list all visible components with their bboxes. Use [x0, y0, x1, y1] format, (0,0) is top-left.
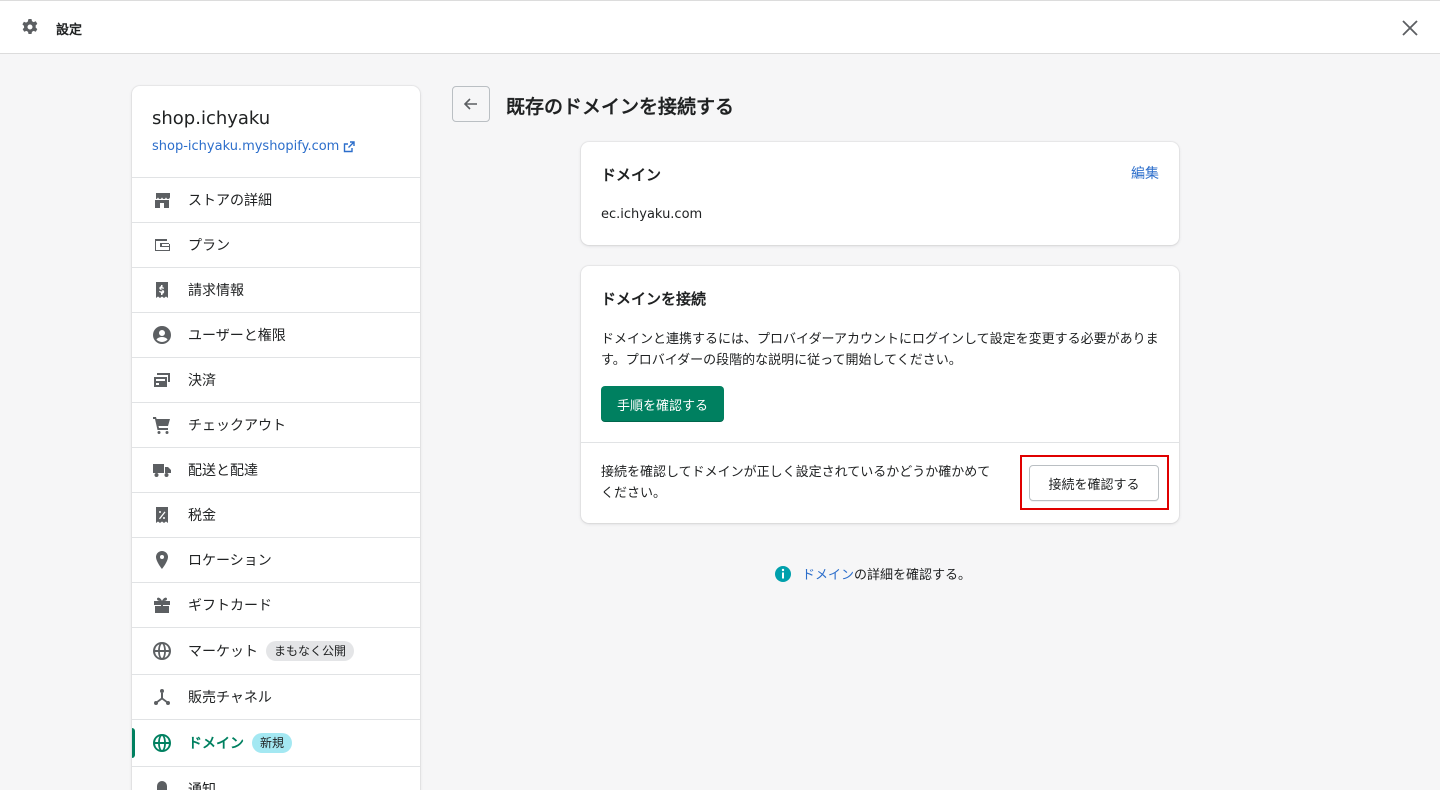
close-icon[interactable]	[1400, 18, 1420, 38]
domain-card-heading: ドメイン	[601, 166, 662, 184]
store-header: shop.ichyaku shop-ichyaku.myshopify.com	[132, 86, 420, 178]
learn-more-text: の詳細を確認する。	[854, 568, 972, 583]
cart-icon	[152, 415, 172, 435]
learn-more-note: ドメイン の詳細を確認する。	[774, 564, 971, 583]
sidebar-item-gift-cards[interactable]: ギフトカード	[132, 583, 420, 628]
page-title: 既存のドメインを接続する	[506, 96, 735, 118]
sidebar-item-store-details[interactable]: ストアの詳細	[132, 178, 420, 223]
sidebar-item-domains[interactable]: ドメイン 新規	[132, 720, 420, 767]
domain-card: ドメイン 編集 ec.ichyaku.com	[581, 142, 1179, 245]
sidebar-item-label: ロケーション	[188, 553, 272, 569]
back-button[interactable]	[452, 86, 490, 122]
settings-sidebar: shop.ichyaku shop-ichyaku.myshopify.com …	[132, 86, 420, 790]
sidebar-item-label: マーケット	[188, 644, 258, 660]
domain-globe-icon	[152, 733, 172, 753]
globe-icon	[152, 641, 172, 661]
sidebar-item-shipping[interactable]: 配送と配達	[132, 448, 420, 493]
sidebar-item-label: 通知	[188, 782, 216, 790]
status-badge-coming-soon: まもなく公開	[266, 641, 355, 661]
sidebar-item-taxes[interactable]: 税金	[132, 493, 420, 538]
sidebar-item-label: 決済	[188, 373, 216, 389]
domain-help-link[interactable]: ドメイン	[802, 564, 854, 583]
page-title-settings: 設定	[56, 23, 83, 38]
channels-icon	[152, 687, 172, 707]
gift-icon	[152, 595, 172, 615]
top-bar: 設定	[0, 0, 1440, 54]
sidebar-item-plan[interactable]: プラン	[132, 223, 420, 268]
truck-icon	[152, 460, 172, 480]
sidebar-item-label: 請求情報	[188, 283, 244, 299]
sidebar-item-markets[interactable]: マーケット まもなく公開	[132, 628, 420, 675]
sidebar-item-locations[interactable]: ロケーション	[132, 538, 420, 583]
verify-connection-button[interactable]: 接続を確認する	[1029, 465, 1159, 501]
sidebar-item-sales-channels[interactable]: 販売チャネル	[132, 675, 420, 720]
sidebar-item-label: 販売チャネル	[188, 690, 272, 706]
store-url: shop-ichyaku.myshopify.com	[152, 139, 340, 154]
bell-icon	[152, 779, 172, 790]
connect-domain-card: ドメインを接続 ドメインと連携するには、プロバイダーアカウントにログインして設定…	[581, 266, 1179, 523]
sidebar-item-label: ドメイン	[188, 736, 244, 752]
status-badge-new: 新規	[252, 733, 293, 753]
view-instructions-button[interactable]: 手順を確認する	[601, 386, 725, 422]
connect-card-heading: ドメインを接続	[601, 290, 707, 308]
gear-icon	[22, 19, 38, 34]
receipt-icon	[152, 280, 172, 300]
arrow-left-icon	[463, 98, 477, 110]
sidebar-item-payments[interactable]: 決済	[132, 358, 420, 403]
sidebar-item-label: ユーザーと権限	[188, 328, 286, 344]
sidebar-item-label: ギフトカード	[188, 598, 272, 614]
payments-icon	[152, 370, 172, 390]
store-url-link[interactable]: shop-ichyaku.myshopify.com	[152, 139, 400, 154]
divider	[581, 442, 1179, 443]
connect-description: ドメインと連携するには、プロバイダーアカウントにログインして設定を変更する必要が…	[601, 332, 1159, 368]
user-icon	[152, 325, 172, 345]
sidebar-item-label: 税金	[188, 508, 216, 524]
sidebar-item-billing[interactable]: 請求情報	[132, 268, 420, 313]
sidebar-item-label: プラン	[188, 238, 230, 254]
store-name: shop.ichyaku	[152, 108, 271, 129]
info-icon	[775, 565, 791, 582]
wallet-icon	[152, 235, 172, 255]
tax-icon	[152, 505, 172, 525]
sidebar-item-label: ストアの詳細	[188, 193, 272, 209]
location-pin-icon	[152, 550, 172, 570]
sidebar-item-notifications[interactable]: 通知	[132, 767, 420, 790]
edit-link[interactable]: 編集	[1131, 163, 1159, 183]
verify-note: 接続を確認してドメインが正しく設定されているかどうか確かめてください。	[601, 465, 991, 501]
sidebar-item-label: チェックアウト	[188, 418, 286, 434]
store-icon	[152, 190, 172, 210]
sidebar-item-label: 配送と配達	[188, 463, 258, 479]
sidebar-item-users[interactable]: ユーザーと権限	[132, 313, 420, 358]
external-link-icon	[344, 140, 356, 152]
sidebar-item-checkout[interactable]: チェックアウト	[132, 403, 420, 448]
domain-value: ec.ichyaku.com	[601, 207, 703, 222]
